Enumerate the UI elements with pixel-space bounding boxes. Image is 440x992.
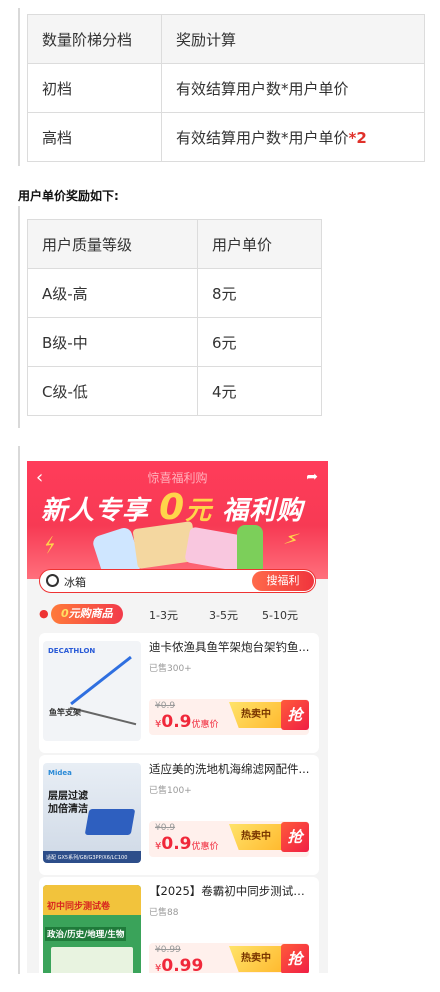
search-bar[interactable]: 冰箱 搜福利 [39,569,316,593]
reward-tier-table: 数量阶梯分档 奖励计算 初档 有效结算用户数*用户单价 高档 有效结算用户数*用… [27,14,425,162]
original-price: ¥0.9 [155,701,176,711]
product-thumbnail: Midea 层层过滤 加倍清洁 适配 GX5系列/G8/G3PP/X6/LC10… [43,763,141,863]
sale-price: ¥0.9优惠价 [155,712,219,732]
price-box: ¥0.9 ¥0.9优惠价 热卖中 抢 [149,821,309,857]
multiplier-highlight: *2 [348,128,367,147]
table-row: A级-高 8元 [27,268,322,318]
hot-badge: 热卖中 [229,946,283,972]
section-subheading: 用户单价奖励如下: [18,189,119,203]
price-filter-bar: ● 0元购商品 1-3元 3-5元 5-10元 [27,601,328,631]
lightning-icon: ⚡ [39,531,61,559]
quote-bar [18,206,20,428]
sale-price: ¥0.99 [155,956,204,973]
grab-button[interactable]: 抢 [281,944,309,973]
price-box: ¥0.9 ¥0.9优惠价 热卖中 抢 [149,699,309,735]
sold-count: 已售88 [149,908,179,918]
table-header-row: 用户质量等级 用户单价 [27,219,322,269]
product-card[interactable]: DECATHLON 鱼竿支架 迪卡侬渔具鱼竿架炮台架钓鱼... 已售300+ ¥… [39,633,319,753]
calc-cell: 有效结算用户数*用户单价 [161,63,425,113]
page-title: 惊喜福利购 [147,471,208,485]
app-screenshot: ‹ 惊喜福利购 ➦ 新人专享 0元 福利购 ⚡ ⚡ 冰箱 搜福利 ● 0元购商品… [27,461,328,973]
product-card[interactable]: 初中同步测试卷 政治/历史/地理/生物 【2025】卷霸初中同步测试卷... 已… [39,877,319,973]
table-row: 初档 有效结算用户数*用户单价 [27,63,425,113]
filter-tab[interactable]: 1-3元 [149,607,178,623]
product-thumbnail: 初中同步测试卷 政治/历史/地理/生物 [43,885,141,973]
search-input[interactable]: 冰箱 [64,574,86,590]
header-cell: 用户单价 [197,219,322,269]
price-cell: 8元 [197,268,322,318]
filter-tab[interactable]: 5-10元 [262,607,298,623]
product-name: 适应美的洗地机海绵滤网配件... [149,762,310,776]
rod-holder-image [70,655,132,706]
header-cell: 数量阶梯分档 [27,14,162,64]
sold-count: 已售300+ [149,664,192,674]
tier-cell: 高档 [27,112,162,162]
banner-slogan: 新人专享 0元 福利购 [41,487,304,528]
share-icon[interactable]: ➦ [306,469,318,485]
tier-cell: 初档 [27,63,162,113]
product-name: 迪卡侬渔具鱼竿架炮台架钓鱼... [149,640,310,654]
level-cell: B级-中 [27,317,198,367]
product-name: 【2025】卷霸初中同步测试卷... [149,884,315,898]
price-cell: 6元 [197,317,322,367]
grab-button[interactable]: 抢 [281,822,309,852]
product-thumbnail: DECATHLON 鱼竿支架 [43,641,141,741]
quote-bar [18,8,20,166]
level-cell: A级-高 [27,268,198,318]
promo-banner: ‹ 惊喜福利购 ➦ 新人专享 0元 福利购 ⚡ ⚡ [27,461,328,581]
product-soap-image [237,525,263,573]
sold-count: 已售100+ [149,786,192,796]
original-price: ¥0.9 [155,823,176,833]
sponge-filter-image [84,809,136,835]
level-cell: C级-低 [27,366,198,416]
table-row: B级-中 6元 [27,317,322,367]
table-header-row: 数量阶梯分档 奖励计算 [27,14,425,64]
calc-cell: 有效结算用户数*用户单价*2 [161,112,425,162]
original-price: ¥0.99 [155,945,181,955]
header-cell: 奖励计算 [161,14,425,64]
hot-badge: 热卖中 [229,702,283,728]
lightning-icon: ⚡ [281,525,303,553]
user-price-table: 用户质量等级 用户单价 A级-高 8元 B级-中 6元 C级-低 4元 [27,219,322,416]
sale-price: ¥0.9优惠价 [155,834,219,854]
product-card[interactable]: Midea 层层过滤 加倍清洁 适配 GX5系列/G8/G3PP/X6/LC10… [39,755,319,875]
price-box: ¥0.99 ¥0.99 热卖中 抢 [149,943,309,973]
price-cell: 4元 [197,366,322,416]
location-pin-icon: ● [39,607,49,620]
search-button[interactable]: 搜福利 [252,571,314,591]
table-row: 高档 有效结算用户数*用户单价*2 [27,112,425,162]
filter-chip-zero[interactable]: 0元购商品 [51,604,123,624]
filter-tab[interactable]: 3-5元 [209,607,238,623]
table-row: C级-低 4元 [27,366,322,416]
header-cell: 用户质量等级 [27,219,198,269]
hot-badge: 热卖中 [229,824,283,850]
grab-button[interactable]: 抢 [281,700,309,730]
search-icon [46,574,59,587]
quote-bar [18,446,20,974]
